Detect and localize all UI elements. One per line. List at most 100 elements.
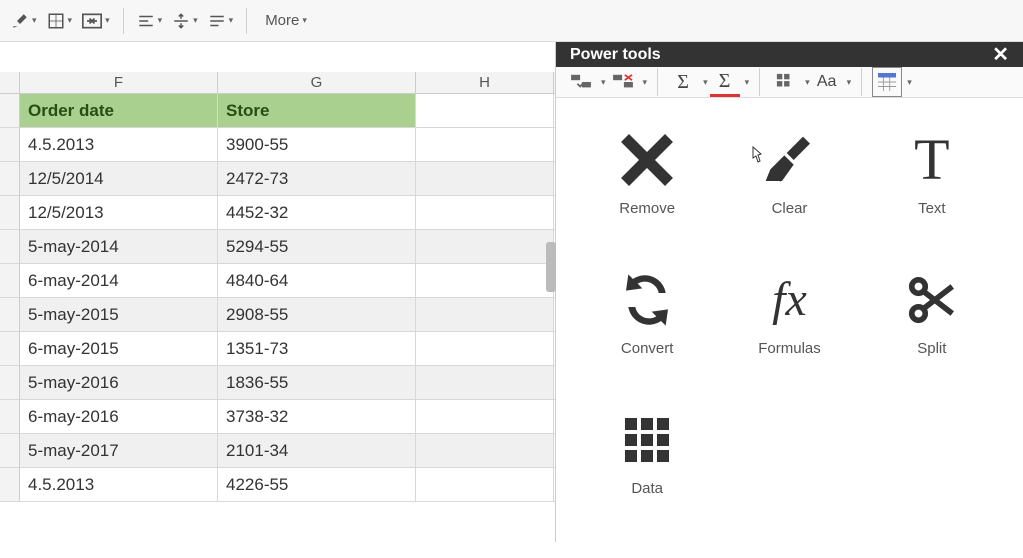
cell[interactable]: 1351-73 <box>218 332 416 365</box>
cell-header-store[interactable]: Store <box>218 94 416 127</box>
workarea: F G H Order date Store 4.5.2013 3900-55 … <box>0 42 1023 542</box>
cell[interactable] <box>416 162 554 195</box>
borders-button[interactable]: ▾ <box>44 7 76 35</box>
row-gutter <box>0 332 20 365</box>
x-icon <box>615 128 679 192</box>
data-rows: Order date Store 4.5.2013 3900-55 12/5/2… <box>0 94 555 542</box>
tool-convert[interactable]: Convert <box>576 268 718 408</box>
vertical-scrollbar-thumb[interactable] <box>546 242 556 292</box>
text-icon: T <box>900 128 964 192</box>
cell[interactable]: 12/5/2014 <box>20 162 218 195</box>
cell[interactable] <box>416 230 554 263</box>
row-gutter <box>0 230 20 263</box>
cell[interactable] <box>416 366 554 399</box>
table-row: 5-may-2017 2101-34 <box>0 434 555 468</box>
cell[interactable]: 5-may-2017 <box>20 434 218 467</box>
cell[interactable]: 5-may-2015 <box>20 298 218 331</box>
tool-formulas[interactable]: fx Formulas <box>718 268 860 408</box>
cell[interactable]: 3900-55 <box>218 128 416 161</box>
dedupe-button[interactable] <box>566 67 596 97</box>
scissors-icon <box>900 268 964 332</box>
table-row: 6-may-2014 4840-64 <box>0 264 555 298</box>
table-row: 4.5.2013 4226-55 <box>0 468 555 502</box>
close-icon[interactable]: ✕ <box>992 42 1009 67</box>
sum-underline-button[interactable]: Σ <box>710 67 740 97</box>
table-row: 5-may-2015 2908-55 <box>0 298 555 332</box>
cell[interactable] <box>416 400 554 433</box>
column-header-F[interactable]: F <box>20 72 218 93</box>
remove-rows-button[interactable] <box>608 67 638 97</box>
dropdown-caret-icon: ▾ <box>847 77 852 88</box>
grid-tool-button[interactable] <box>770 67 800 97</box>
table-row: 5-may-2014 5294-55 <box>0 230 555 264</box>
cell[interactable]: 1836-55 <box>218 366 416 399</box>
panel-title: Power tools <box>570 46 661 64</box>
tool-label: Remove <box>619 200 675 217</box>
row-gutter <box>0 72 20 93</box>
dropdown-caret-icon: ▾ <box>229 15 234 26</box>
dropdown-caret-icon: ▾ <box>68 15 73 26</box>
text-wrap-button[interactable]: ▾ <box>205 7 237 35</box>
table-row: 6-may-2016 3738-32 <box>0 400 555 434</box>
tool-label: Text <box>918 200 946 217</box>
tool-data[interactable]: Data <box>576 408 718 548</box>
row-gutter <box>0 434 20 467</box>
tool-split[interactable]: Split <box>861 268 1003 408</box>
fill-color-button[interactable]: ▾ <box>8 7 40 35</box>
dropdown-caret-icon: ▾ <box>32 15 37 26</box>
panel-toolbar: ▾ ▾ Σ ▾ Σ ▾ ▾ Aa ▾ ▾ <box>556 67 1023 98</box>
dropdown-caret-icon: ▾ <box>158 15 163 26</box>
table-row: 5-may-2016 1836-55 <box>0 366 555 400</box>
cell[interactable] <box>416 264 554 297</box>
column-header-H[interactable]: H <box>416 72 554 93</box>
table-row: 4.5.2013 3900-55 <box>0 128 555 162</box>
cell-header-order-date[interactable]: Order date <box>20 94 218 127</box>
more-button[interactable]: More ▾ <box>257 7 315 35</box>
horizontal-align-button[interactable]: ▾ <box>134 7 166 35</box>
cell[interactable]: 3738-32 <box>218 400 416 433</box>
cell[interactable]: 4226-55 <box>218 468 416 501</box>
cell[interactable] <box>416 94 554 127</box>
tool-label: Data <box>631 480 663 497</box>
cell[interactable]: 4.5.2013 <box>20 468 218 501</box>
dropdown-caret-icon: ▾ <box>105 15 110 26</box>
cell[interactable] <box>416 332 554 365</box>
grid-icon <box>615 408 679 472</box>
cell[interactable] <box>416 196 554 229</box>
cell[interactable]: 12/5/2013 <box>20 196 218 229</box>
vertical-align-button[interactable]: ▾ <box>169 7 201 35</box>
cell[interactable]: 5294-55 <box>218 230 416 263</box>
cell[interactable]: 2908-55 <box>218 298 416 331</box>
row-gutter <box>0 128 20 161</box>
cell[interactable]: 5-may-2014 <box>20 230 218 263</box>
case-button[interactable]: Aa <box>812 67 842 97</box>
cell[interactable] <box>416 434 554 467</box>
cell[interactable]: 2472-73 <box>218 162 416 195</box>
convert-icon <box>615 268 679 332</box>
cell[interactable]: 6-may-2014 <box>20 264 218 297</box>
cell[interactable] <box>416 298 554 331</box>
cell[interactable]: 6-may-2015 <box>20 332 218 365</box>
tool-clear[interactable]: Clear <box>718 128 860 268</box>
toolbar-separator <box>123 8 124 34</box>
tool-label: Formulas <box>758 340 821 357</box>
cell[interactable]: 2101-34 <box>218 434 416 467</box>
dropdown-caret-icon: ▾ <box>601 77 606 88</box>
cell[interactable]: 4840-64 <box>218 264 416 297</box>
cell[interactable] <box>416 468 554 501</box>
cell[interactable] <box>416 128 554 161</box>
cell[interactable]: 5-may-2016 <box>20 366 218 399</box>
cell[interactable]: 4452-32 <box>218 196 416 229</box>
row-gutter <box>0 400 20 433</box>
column-header-G[interactable]: G <box>218 72 416 93</box>
cell[interactable]: 6-may-2016 <box>20 400 218 433</box>
sum-button[interactable]: Σ <box>668 67 698 97</box>
dropdown-caret-icon: ▾ <box>745 77 750 88</box>
panel-header: Power tools ✕ <box>556 42 1023 67</box>
table-tool-button[interactable] <box>872 67 902 97</box>
cell[interactable]: 4.5.2013 <box>20 128 218 161</box>
row-gutter <box>0 366 20 399</box>
merge-cells-button[interactable]: ▾ <box>79 7 113 35</box>
tool-remove[interactable]: Remove <box>576 128 718 268</box>
tool-text[interactable]: T Text <box>861 128 1003 268</box>
